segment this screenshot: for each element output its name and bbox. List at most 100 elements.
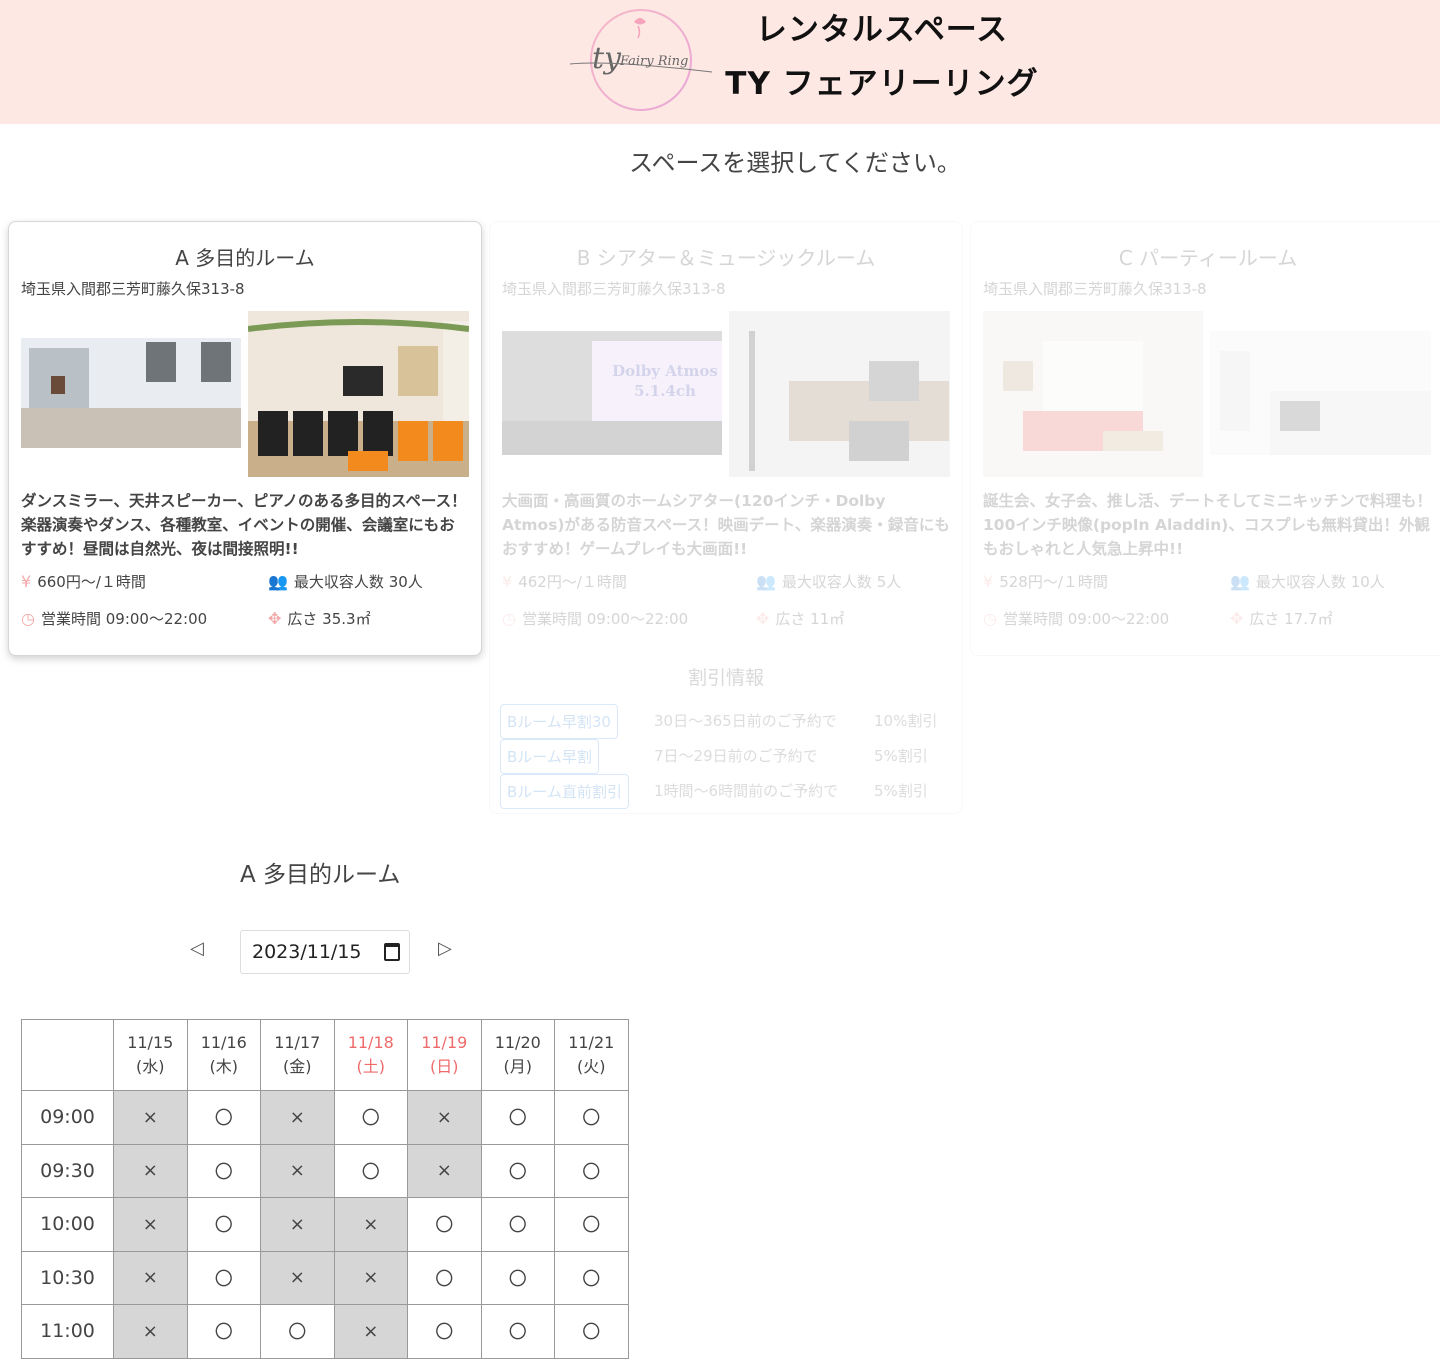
fairy-ring-logo[interactable]: ty Fairy Ring [568,6,714,116]
discount-row: Bルーム早割 7日～29日前のご予約で 5%割引 [490,739,962,774]
room-c-photo-2 [1210,331,1431,455]
slot-available[interactable]: 〇 [186,1197,261,1252]
day-header: 11/18 (土) [333,1019,408,1091]
room-b-photo-1: Dolby Atmos 5.1.4ch [502,331,722,455]
yen-icon: ¥ [983,572,994,591]
room-address: 埼玉県入間郡三芳町藤久保313-8 [983,280,1207,298]
day-date: 11/16 [200,1033,247,1052]
room-title: A 多目的ルーム [175,246,315,270]
day-weekday: (土) [356,1057,386,1076]
slot-available[interactable]: 〇 [480,1143,555,1198]
people-icon: 👥 [756,572,776,591]
room-b-photo-text: Dolby Atmos 5.1.4ch [612,362,718,400]
room-card-a[interactable]: A 多目的ルーム 埼玉県入間郡三芳町藤久保313-8 ダンスミラー、天井スピーカ… [8,221,482,656]
slot-unavailable: × [260,1197,335,1252]
discount-row: Bルーム早割30 30日～365日前のご予約で 10%割引 [490,704,962,739]
clock-icon: ◷ [983,609,997,628]
brand-name: レンタルスペース TY フェアリーリング [722,10,1042,104]
calendar-icon[interactable] [384,943,400,961]
time-slot-row: 09:30 × 〇 × 〇 × 〇〇 [21,1143,629,1198]
slot-available[interactable]: 〇 [186,1143,261,1198]
day-header: 11/17 (金) [260,1019,335,1091]
slot-unavailable: × [407,1143,482,1198]
day-date: 11/15 [127,1033,174,1052]
discount-badge[interactable]: Bルーム早割30 [500,704,618,739]
slot-available[interactable]: 〇 [480,1250,555,1305]
area-icon: ✥ [268,609,282,628]
time-slot-row: 11:00 × 〇〇 × 〇〇〇 [21,1304,629,1359]
slot-available[interactable]: 〇 [480,1090,555,1145]
time-label: 10:00 [21,1197,114,1252]
slot-available[interactable]: 〇 [186,1304,261,1359]
time-label: 09:30 [21,1143,114,1198]
people-icon: 👥 [1230,572,1250,591]
room-c-photo-1 [983,311,1203,477]
room-area: 広さ 35.3㎡ [287,610,371,628]
time-label: 11:00 [21,1304,114,1359]
area-icon: ✥ [1230,609,1244,628]
day-header: 11/19 (日) [407,1019,482,1091]
room-card-c[interactable]: C パーティールーム 埼玉県入間郡三芳町藤久保313-8 誕生会、女子会、推し活… [970,221,1440,656]
slot-available[interactable]: 〇 [554,1304,629,1359]
slot-available[interactable]: 〇 [554,1250,629,1305]
date-input[interactable]: 2023/11/15 [240,930,410,974]
slot-available[interactable]: 〇 [186,1250,261,1305]
room-a-photo-2 [248,311,469,477]
room-hours: 営業時間 09:00～22:00 [40,610,208,628]
table-header-row: 11/15 (水) 11/16 (木) 11/17 (金) 11/18 (土) 11/19 (日)… [21,1019,629,1091]
slot-available[interactable]: 〇 [554,1143,629,1198]
slot-available[interactable]: 〇 [554,1197,629,1252]
slot-available[interactable]: 〇 [407,1250,482,1305]
slot-unavailable: × [113,1250,188,1305]
day-date: 11/20 [494,1033,541,1052]
slot-available[interactable]: 〇 [480,1304,555,1359]
discount-condition: 7日～29日前のご予約で [654,747,818,765]
day-header: 11/21 (火) [554,1019,629,1091]
discount-rate: 10%割引 [874,712,938,730]
day-weekday: (火) [577,1057,606,1076]
day-weekday: (金) [283,1057,312,1076]
day-header: 11/20 (月) [480,1019,555,1091]
people-icon: 👥 [268,572,288,591]
discount-rate: 5%割引 [874,747,928,765]
slot-unavailable: × [113,1143,188,1198]
room-description: 誕生会、女子会、推し活、デートそしてミニキッチンで料理も！100インチ映像(po… [983,492,1433,558]
room-title: C パーティールーム [1118,246,1298,270]
slot-unavailable: × [113,1304,188,1359]
slot-available[interactable]: 〇 [186,1090,261,1145]
room-hours: 営業時間 09:00～22:00 [1002,610,1170,628]
discount-badge[interactable]: Bルーム直前割引 [500,774,629,809]
slot-unavailable: × [407,1090,482,1145]
discount-badge[interactable]: Bルーム早割 [500,739,599,774]
time-slot-row: 09:00 × 〇 × 〇 × 〇〇 [21,1090,629,1145]
slot-available[interactable]: 〇 [480,1197,555,1252]
slot-unavailable: × [333,1250,408,1305]
next-week-button[interactable]: ▷ [438,938,452,959]
slot-available[interactable]: 〇 [554,1090,629,1145]
day-weekday: (月) [503,1057,533,1076]
slot-available[interactable]: 〇 [407,1304,482,1359]
time-label: 09:00 [21,1090,114,1145]
prev-week-button[interactable]: ◁ [190,938,204,959]
day-weekday: (木) [209,1057,239,1076]
discount-rate: 5%割引 [874,782,928,800]
table-corner-cell [21,1019,114,1091]
day-date: 11/19 [421,1033,468,1052]
slot-available[interactable]: 〇 [260,1304,335,1359]
room-a-photo-1 [21,338,241,448]
svg-text:ty: ty [592,41,622,76]
day-header: 11/15 (水) [113,1019,188,1091]
room-description: 大画面・高画質のホームシアター(120インチ・Dolby Atmos)がある防音… [502,492,950,558]
room-capacity: 最大収容人数 30人 [293,573,423,591]
room-address: 埼玉県入間郡三芳町藤久保313-8 [502,280,726,298]
room-area: 広さ 17.7㎡ [1249,610,1333,628]
slot-available[interactable]: 〇 [333,1090,408,1145]
time-slot-row: 10:30 × 〇 × × 〇〇〇 [21,1250,629,1305]
slot-available[interactable]: 〇 [407,1197,482,1252]
slot-available[interactable]: 〇 [333,1143,408,1198]
day-date: 11/18 [347,1033,394,1052]
day-weekday: (日) [430,1057,459,1076]
room-price: 528円～/１時間 [999,573,1108,591]
room-card-b[interactable]: B シアター＆ミュージックルーム 埼玉県入間郡三芳町藤久保313-8 Dolby… [489,221,963,814]
room-capacity: 最大収容人数 10人 [1255,573,1385,591]
